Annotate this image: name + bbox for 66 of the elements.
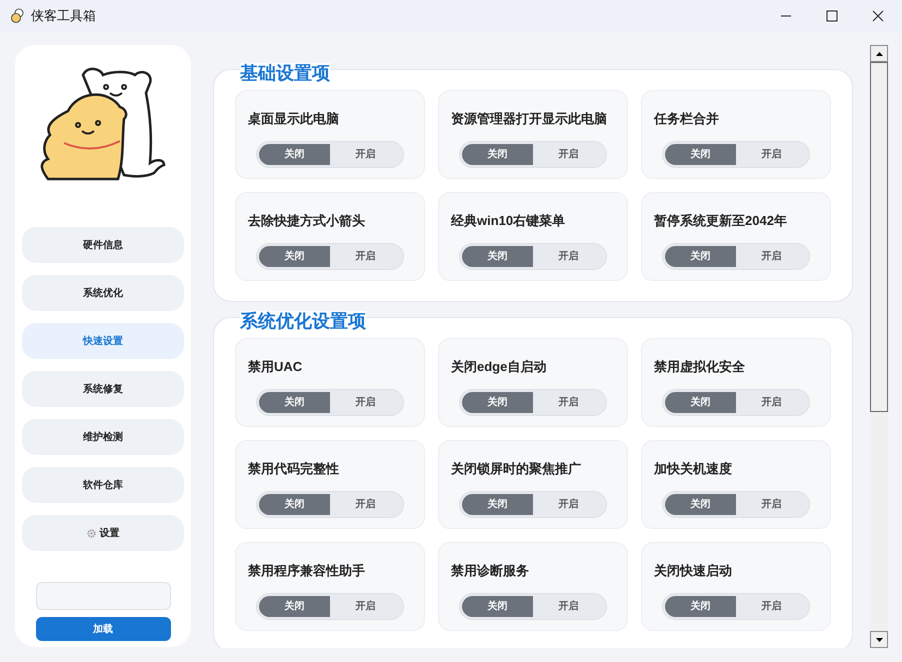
setting-label: 经典win10右键菜单 [451, 212, 566, 230]
setting-label: 暂停系统更新至2042年 [654, 212, 788, 230]
on-option[interactable]: 开启 [330, 494, 401, 515]
setting-label: 加快关机速度 [654, 460, 733, 478]
setting-label: 关闭快速启动 [654, 562, 733, 580]
text-input-field[interactable] [36, 582, 170, 610]
setting-label: 禁用代码完整性 [248, 460, 340, 478]
nav-item[interactable]: 硬件信息 [22, 227, 184, 263]
setting-label: 桌面显示此电脑 [248, 110, 340, 128]
setting-label: 禁用虚拟化安全 [654, 358, 746, 376]
scroll-down-button[interactable] [870, 631, 888, 648]
on-option[interactable]: 开启 [330, 246, 401, 267]
window-title: 侠客工具箱 [31, 7, 96, 26]
section-title: 系统优化设置项 [240, 311, 366, 331]
maximize-icon[interactable] [826, 10, 838, 22]
scroll-up-button[interactable] [870, 45, 888, 62]
on-option[interactable]: 开启 [533, 144, 604, 165]
on-option[interactable]: 开启 [736, 494, 807, 515]
close-icon[interactable] [872, 10, 884, 22]
on-option[interactable]: 开启 [330, 144, 401, 165]
setting-label: 禁用程序兼容性助手 [248, 562, 366, 580]
off-option[interactable]: 关闭 [462, 494, 533, 515]
setting-label: 禁用诊断服务 [451, 562, 530, 580]
setting-label: 去除快捷方式小箭头 [248, 212, 366, 230]
scroll-thumb[interactable] [870, 62, 888, 412]
on-option[interactable]: 开启 [533, 596, 604, 617]
on-option[interactable]: 开启 [533, 392, 604, 413]
nav-item[interactable]: 系统优化 [22, 275, 184, 311]
off-option[interactable]: 关闭 [259, 392, 330, 413]
off-option[interactable]: 关闭 [259, 596, 330, 617]
nav-item[interactable]: 设置 [22, 515, 184, 551]
on-option[interactable]: 开启 [330, 596, 401, 617]
setting-label: 关闭锁屏时的聚焦推广 [451, 460, 582, 478]
on-option[interactable]: 开启 [330, 392, 401, 413]
setting-label: 资源管理器打开显示此电脑 [451, 110, 608, 128]
off-option[interactable]: 关闭 [462, 144, 533, 165]
setting-label: 禁用UAC [248, 358, 304, 376]
on-option[interactable]: 开启 [533, 494, 604, 515]
off-option[interactable]: 关闭 [665, 392, 736, 413]
up-arrow-icon [876, 52, 882, 56]
off-option[interactable]: 关闭 [665, 246, 736, 267]
off-option[interactable]: 关闭 [665, 596, 736, 617]
off-option[interactable]: 关闭 [462, 596, 533, 617]
on-option[interactable]: 开启 [736, 144, 807, 165]
off-option[interactable]: 关闭 [665, 494, 736, 515]
on-option[interactable]: 开启 [736, 246, 807, 267]
scrollbar[interactable] [870, 45, 888, 648]
section-title: 基础设置项 [240, 63, 330, 83]
on-option[interactable]: 开启 [736, 392, 807, 413]
off-option[interactable]: 关闭 [665, 144, 736, 165]
off-option[interactable]: 关闭 [462, 392, 533, 413]
nav-item[interactable]: 软件仓库 [22, 467, 184, 503]
nav-item[interactable]: 系统修复 [22, 371, 184, 407]
off-option[interactable]: 关闭 [259, 494, 330, 515]
down-arrow-icon [876, 638, 882, 642]
gear-icon [86, 528, 96, 538]
on-option[interactable]: 开启 [533, 246, 604, 267]
off-option[interactable]: 关闭 [259, 144, 330, 165]
on-option[interactable]: 开启 [736, 596, 807, 617]
off-option[interactable]: 关闭 [259, 246, 330, 267]
nav-item[interactable]: 维护检测 [22, 419, 184, 455]
nav-item[interactable]: 快速设置 [22, 323, 184, 359]
setting-label: 关闭edge自启动 [451, 358, 548, 376]
off-option[interactable]: 关闭 [462, 246, 533, 267]
setting-label: 任务栏合并 [654, 110, 720, 128]
load-button[interactable]: 加载 [36, 617, 170, 641]
